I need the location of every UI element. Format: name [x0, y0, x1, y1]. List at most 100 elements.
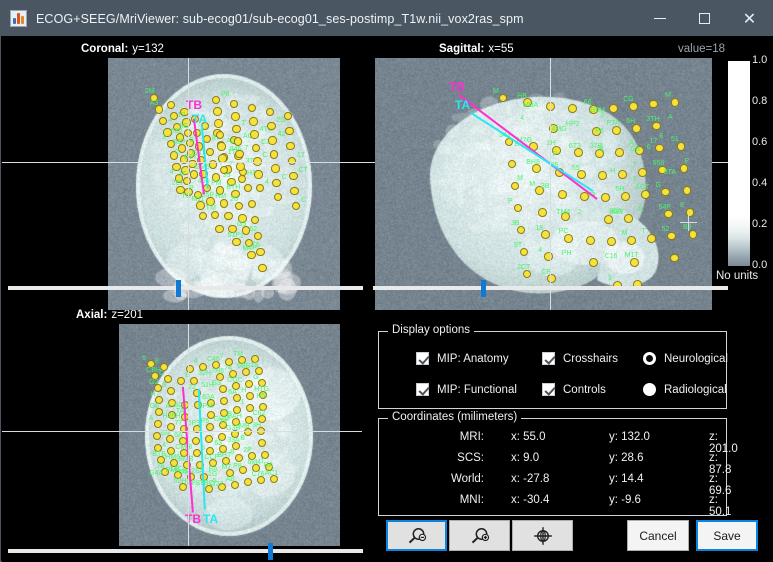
- electrode-contact: [159, 117, 167, 125]
- close-icon[interactable]: ✕: [727, 1, 772, 36]
- checkbox-controls-box[interactable]: [542, 383, 555, 396]
- electrode-label: 52H: [174, 478, 187, 485]
- electrode-contact: [250, 130, 258, 138]
- electrode-label: G5: [178, 469, 187, 476]
- checkbox-mip-functional-box[interactable]: [416, 383, 429, 396]
- electrode-contact: [206, 148, 214, 156]
- axial-coord: z=201: [107, 309, 143, 321]
- cancel-button[interactable]: Cancel: [627, 520, 689, 551]
- colorbar: 1.0 0.8 0.6 0.4 0.2 0.0 No units: [728, 61, 773, 286]
- electrode-label: BHT: [217, 452, 231, 459]
- electrode-contact: [268, 136, 276, 144]
- sagittal-coord: x=55: [484, 43, 513, 55]
- electrode-contact: [238, 175, 246, 183]
- electrode-contact: [258, 439, 266, 447]
- axial-slider-thumb[interactable]: [268, 543, 273, 560]
- trajectory-label: TB: [185, 512, 201, 526]
- electrode-label: 4: [168, 117, 172, 124]
- electrode-label: MBA: [523, 102, 538, 109]
- electrode-label: 77: [175, 420, 183, 427]
- coronal-slider-thumb[interactable]: [176, 280, 181, 297]
- sagittal-slider[interactable]: [373, 286, 728, 290]
- electrode-label: 3: [162, 382, 166, 389]
- axial-slider[interactable]: [8, 549, 363, 553]
- checkbox-mip-anatomy[interactable]: MIP: Anatomy: [416, 352, 509, 365]
- electrode-label: HM: [215, 193, 226, 200]
- sagittal-slider-thumb[interactable]: [481, 280, 486, 297]
- electrode-contact: [598, 171, 607, 180]
- electrode-contact: [253, 157, 261, 165]
- electrode-contact: [649, 100, 658, 109]
- electrode-label: 3T: [178, 171, 186, 178]
- electrode-contact: [680, 164, 689, 173]
- electrode-label: G44: [149, 470, 162, 477]
- electrode-label: 7: [220, 353, 224, 360]
- electrode-contact: [244, 184, 252, 192]
- electrode-contact: [627, 236, 636, 245]
- electrode-contact: [220, 397, 228, 405]
- radio-neurological-dot[interactable]: [643, 352, 656, 365]
- maximize-button[interactable]: [682, 1, 727, 36]
- electrode-label: 1: [240, 233, 244, 240]
- zoom-out-button[interactable]: [386, 520, 447, 551]
- electrode-contact: [546, 102, 555, 111]
- checkbox-crosshairs[interactable]: Crosshairs: [542, 352, 618, 365]
- electrode-label: HTG: [254, 386, 269, 393]
- trajectory-label: TB: [186, 98, 202, 112]
- electrode-label: 6: [142, 355, 146, 362]
- radio-neurological-label: Neurological: [664, 353, 728, 365]
- electrode-label: BTH: [226, 184, 240, 191]
- cancel-button-label: Cancel: [639, 529, 676, 543]
- electrode-label: C76: [252, 471, 265, 478]
- electrode-label: 6P3: [188, 420, 200, 427]
- colorbar-gradient: [728, 61, 750, 266]
- radio-radiological-dot[interactable]: [643, 383, 656, 396]
- electrode-label: C46: [207, 356, 220, 363]
- checkbox-crosshairs-box[interactable]: [542, 352, 555, 365]
- electrode-contact: [196, 201, 204, 209]
- electrode-label: M: [529, 181, 535, 188]
- checkbox-mip-functional[interactable]: MIP: Functional: [416, 383, 517, 396]
- axial-view[interactable]: 684C467TMCBHCB32H7H6746BB15G232251HCGCGH…: [119, 324, 340, 546]
- coronal-view[interactable]: 2MA3342CP453253PC3TTG128CCTTPM115G3TGM64…: [108, 58, 340, 310]
- electrode-contact: [271, 164, 279, 172]
- electrode-contact: [508, 160, 517, 169]
- axial-label-text: Axial:: [76, 309, 107, 321]
- electrode-label: PM: [166, 467, 177, 474]
- electrode-contact: [177, 377, 185, 385]
- electrode-label: G2: [149, 379, 158, 386]
- electrode-label: H5: [256, 393, 265, 400]
- electrode-label: T6: [252, 242, 260, 249]
- checkbox-mip-anatomy-box[interactable]: [416, 352, 429, 365]
- sagittal-view[interactable]: MHB66CGM4HP2PTA6H3THA3431H6T337BA1751BH8…: [375, 58, 712, 310]
- electrode-label: 6BB: [237, 363, 250, 370]
- checkbox-controls-label: Controls: [563, 384, 606, 396]
- zoom-in-button[interactable]: [449, 520, 510, 551]
- electrode-label: P8: [233, 463, 242, 470]
- zoom-in-icon: [469, 527, 491, 545]
- electrode-contact: [205, 435, 213, 443]
- electrode-contact: [247, 251, 255, 259]
- radio-radiological[interactable]: Radiological: [643, 383, 727, 396]
- sagittal-label-text: Sagittal:: [439, 43, 484, 55]
- colorbar-tick: 0.2: [752, 218, 767, 230]
- electrode-label: PM: [211, 180, 222, 187]
- globe-button[interactable]: [512, 520, 573, 551]
- checkbox-controls[interactable]: Controls: [542, 383, 606, 396]
- electrode-contact: [213, 107, 221, 115]
- electrode-contact: [212, 96, 220, 104]
- electrode-contact: [683, 186, 692, 195]
- minimize-button[interactable]: [637, 1, 682, 36]
- electrode-label: C: [282, 174, 287, 181]
- electrode-label: P: [189, 185, 194, 192]
- electrode-label: P: [684, 158, 689, 165]
- electrode-label: TM: [206, 205, 216, 212]
- electrode-label: C: [175, 149, 180, 156]
- electrode-contact: [670, 254, 679, 263]
- electrode-label: A: [166, 403, 171, 410]
- radio-neurological[interactable]: Neurological: [643, 352, 728, 365]
- electrode-contact: [607, 237, 616, 246]
- coronal-slider[interactable]: [8, 286, 363, 290]
- save-button[interactable]: Save: [696, 520, 758, 551]
- electrode-label: 6G: [174, 402, 183, 409]
